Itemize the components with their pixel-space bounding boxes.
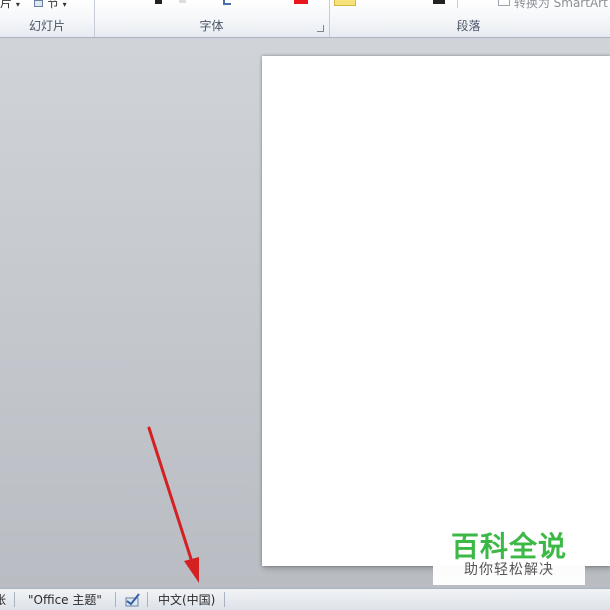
arrow-head [184,557,199,583]
slide-count-fragment: 张 [0,593,7,607]
status-divider [224,592,225,607]
watermark-subtitle: 助你轻松解决 [464,562,554,578]
theme-name[interactable]: "Office 主题" [28,592,102,608]
arrow-shaft [147,426,194,564]
status-divider [147,592,148,607]
status-divider [115,592,116,607]
status-bar: 张 "Office 主题" 中文(中国) [0,588,610,610]
watermark-logo: 百科全说 助你轻松解决 [433,521,585,585]
language-indicator[interactable]: 中文(中国) [158,592,215,608]
spelling-check-icon[interactable] [124,592,144,608]
annotation-arrow [147,426,199,583]
status-divider [14,592,15,607]
